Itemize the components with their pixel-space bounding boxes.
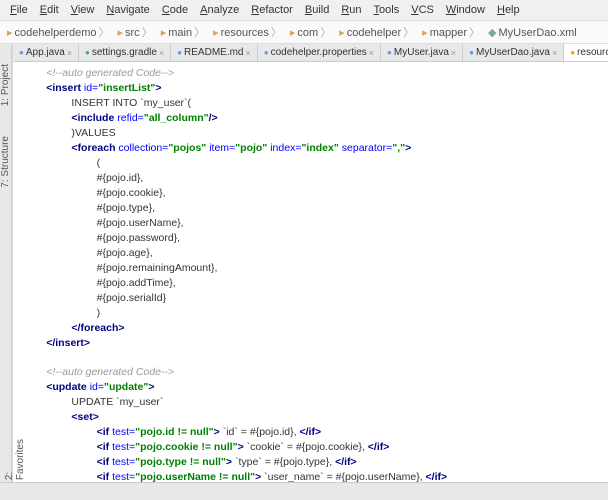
- menu-build[interactable]: Build: [299, 2, 335, 18]
- file-type-icon: ●: [19, 48, 24, 57]
- tab-label: resources\...\MyUserDao.xml: [577, 47, 608, 58]
- favorites-tool-button[interactable]: 2: Favorites: [4, 439, 26, 480]
- file-type-icon: ●: [469, 48, 474, 57]
- close-icon[interactable]: ×: [552, 48, 557, 58]
- menu-help[interactable]: Help: [491, 2, 526, 18]
- folder-icon: ▸: [161, 27, 167, 39]
- breadcrumb-item[interactable]: ▸codehelperdemo: [4, 23, 112, 41]
- file-type-icon: ●: [387, 48, 392, 57]
- breadcrumb-item[interactable]: ▸com: [287, 23, 334, 41]
- file-type-icon: ●: [264, 48, 269, 57]
- file-icon: ◆: [488, 27, 496, 39]
- breadcrumb-bar: ▸codehelperdemo▸src▸main▸resources▸com▸c…: [0, 21, 608, 44]
- breadcrumb-item[interactable]: ◆MyUserDao.xml: [485, 25, 580, 40]
- folder-icon: ▸: [213, 27, 219, 39]
- menu-navigate[interactable]: Navigate: [100, 2, 155, 18]
- project-tool-button[interactable]: 1: Project: [0, 64, 11, 106]
- close-icon[interactable]: ×: [159, 48, 164, 58]
- editor-tab[interactable]: ●resources\...\MyUserDao.xml×: [564, 44, 608, 61]
- tab-label: codehelper.properties: [271, 47, 367, 58]
- editor-tab[interactable]: ●README.md×: [171, 44, 258, 61]
- menu-code[interactable]: Code: [156, 2, 194, 18]
- editor-tab[interactable]: ●settings.gradle×: [79, 44, 171, 61]
- folder-icon: ▸: [422, 27, 428, 39]
- breadcrumb-item[interactable]: ▸codehelper: [336, 23, 417, 41]
- menu-tools[interactable]: Tools: [368, 2, 406, 18]
- menu-refactor[interactable]: Refactor: [245, 2, 299, 18]
- menu-view[interactable]: View: [65, 2, 101, 18]
- breadcrumb-item[interactable]: ▸mapper: [419, 23, 483, 41]
- file-type-icon: ●: [570, 48, 575, 57]
- breadcrumb-item[interactable]: ▸main: [158, 23, 208, 41]
- folder-icon: ▸: [339, 27, 345, 39]
- editor-tab[interactable]: ●MyUserDao.java×: [463, 44, 564, 61]
- file-type-icon: ●: [177, 48, 182, 57]
- folder-icon: ▸: [7, 27, 13, 39]
- breadcrumb-item[interactable]: ▸resources: [210, 23, 285, 41]
- close-icon[interactable]: ×: [451, 48, 456, 58]
- tab-label: settings.gradle: [92, 47, 157, 58]
- bottom-tool-rail: 2: Favorites: [0, 482, 608, 500]
- menu-file[interactable]: File: [4, 2, 34, 18]
- code-editor[interactable]: <!--auto generated Code--> <insert id="i…: [13, 62, 608, 484]
- editor-tabs: ●App.java×●settings.gradle×●README.md×●c…: [13, 44, 608, 62]
- main-menubar: FileEditViewNavigateCodeAnalyzeRefactorB…: [0, 0, 608, 21]
- close-icon[interactable]: ×: [245, 48, 250, 58]
- menu-analyze[interactable]: Analyze: [194, 2, 245, 18]
- folder-icon: ▸: [117, 27, 123, 39]
- editor-tab[interactable]: ●App.java×: [13, 44, 79, 61]
- editor-tab[interactable]: ●MyUser.java×: [381, 44, 463, 61]
- tab-label: MyUserDao.java: [476, 47, 550, 58]
- menu-window[interactable]: Window: [440, 2, 491, 18]
- file-type-icon: ●: [85, 48, 90, 57]
- tab-label: README.md: [184, 47, 243, 58]
- structure-tool-button[interactable]: 7: Structure: [0, 136, 11, 188]
- tab-label: MyUser.java: [394, 47, 449, 58]
- breadcrumb-item[interactable]: ▸src: [114, 23, 155, 41]
- close-icon[interactable]: ×: [369, 48, 374, 58]
- editor-tab[interactable]: ●codehelper.properties×: [258, 44, 381, 61]
- menu-edit[interactable]: Edit: [34, 2, 65, 18]
- menu-vcs[interactable]: VCS: [405, 2, 440, 18]
- close-icon[interactable]: ×: [67, 48, 72, 58]
- menu-run[interactable]: Run: [335, 2, 367, 18]
- folder-icon: ▸: [290, 27, 296, 39]
- tab-label: App.java: [26, 47, 65, 58]
- left-tool-rail: 1: Project 7: Structure: [0, 44, 12, 484]
